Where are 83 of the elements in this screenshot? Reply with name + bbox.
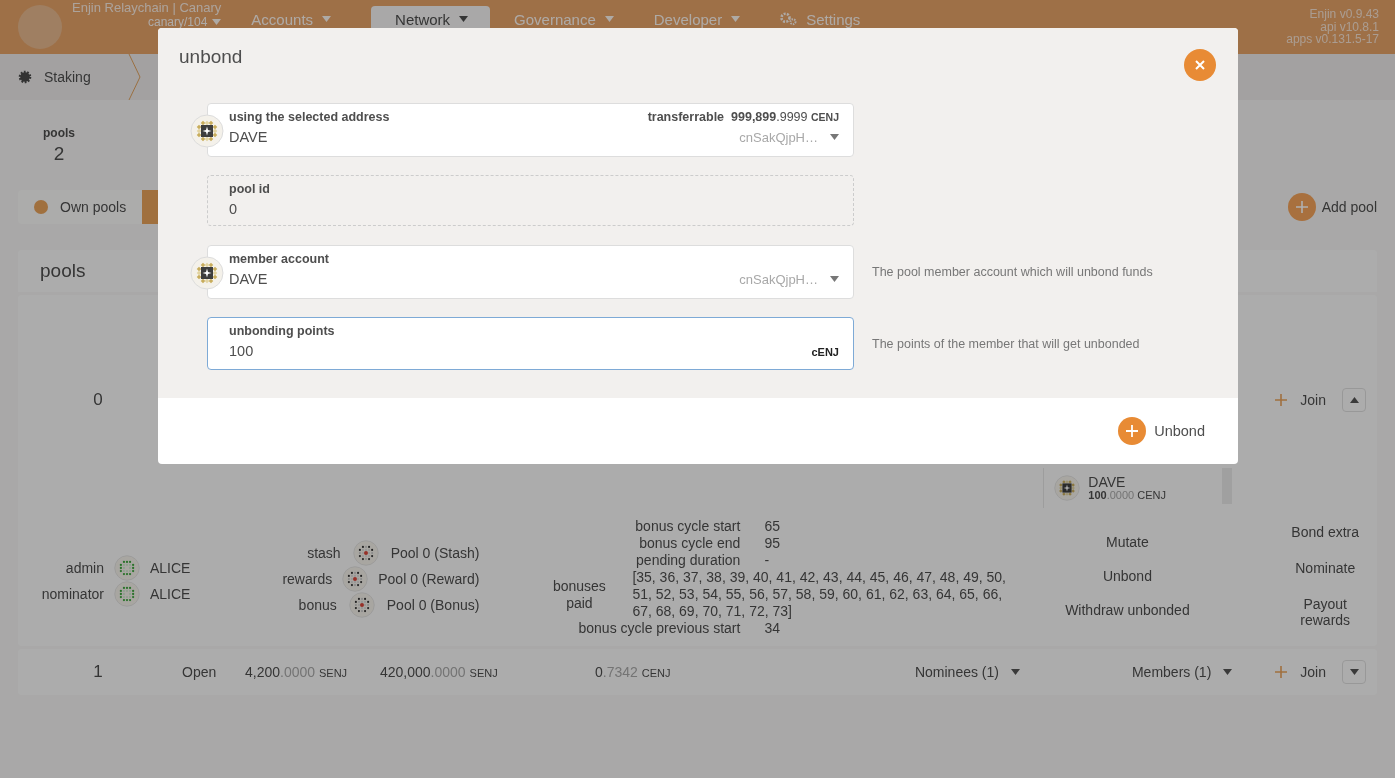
account-name: ALICE	[150, 559, 191, 576]
help-text: The points of the member that will get unbonded	[872, 336, 1140, 351]
caret-icon	[459, 16, 469, 22]
close-button[interactable]	[1184, 49, 1216, 81]
action-button[interactable]: Bond extra	[1285, 523, 1366, 540]
bonus-label: bonus cycle start	[634, 518, 741, 535]
summary-label: pools	[43, 126, 75, 140]
bonus-value: 65	[764, 518, 780, 535]
join-button[interactable]: Join	[1274, 392, 1326, 408]
caret-icon	[830, 134, 839, 140]
members-dropdown[interactable]: Members (1)	[1131, 664, 1233, 680]
identicon-icon	[342, 565, 369, 592]
plus-icon	[1118, 417, 1147, 445]
dialog-title: unbond	[179, 46, 243, 68]
section-title: pools	[40, 260, 86, 282]
join-button[interactable]: Join	[1274, 664, 1326, 680]
action-button[interactable]: Nominate	[1285, 559, 1366, 576]
member-name: DAVE	[1088, 475, 1127, 489]
caret-up-icon	[1349, 397, 1359, 403]
account-dropdown[interactable]: using the selected address transferrable 999,899.9999 CENJ DAVE cnSakQjpH…	[207, 103, 854, 157]
caret-down-icon	[1349, 669, 1359, 675]
caret-icon	[1010, 669, 1020, 675]
account-name: Pool 0 (Stash)	[390, 544, 480, 561]
identicon-icon	[348, 591, 375, 618]
bonus-value: -	[764, 552, 770, 569]
bonus-label: pending duration	[635, 552, 741, 569]
action-button[interactable]: Payout rewards	[1285, 595, 1366, 628]
plus-icon	[1287, 193, 1316, 221]
caret-icon	[1223, 669, 1233, 675]
role-label: nominator	[40, 585, 104, 602]
action-button[interactable]: Withdraw unbonded	[1065, 601, 1190, 618]
caret-icon	[212, 18, 222, 25]
bonus-label: bonus cycle previous start	[577, 620, 741, 637]
bonus-value: 34	[764, 620, 780, 637]
bonus-value: 95	[764, 535, 780, 552]
settings-icon	[780, 12, 798, 26]
identicon-icon	[1054, 475, 1081, 501]
bonded-amount: 4,200.0000 SENJ	[245, 664, 349, 680]
pool-id: 0	[92, 390, 104, 410]
claimable-amount: 0.7342 CENJ	[595, 664, 671, 680]
summary-value: 2	[53, 143, 65, 165]
account-label: bonus	[298, 596, 337, 613]
help-text: The pool member account which will unbond funds	[872, 265, 1153, 279]
caret-icon	[830, 276, 839, 282]
identicon-icon	[352, 539, 379, 566]
caret-icon	[322, 16, 332, 22]
account-name: Pool 0 (Reward)	[378, 570, 480, 587]
pool-state: Open	[181, 664, 218, 680]
input-field[interactable]: unbonding points 100 cENJ	[207, 317, 854, 370]
plus-icon	[1274, 665, 1289, 679]
points-amount: 420,000.0000 SENJ	[380, 664, 499, 680]
nominees-dropdown[interactable]: Nominees (1)	[914, 664, 1020, 680]
plus-icon	[1274, 393, 1289, 407]
chain-logo[interactable]	[18, 5, 62, 49]
identicon-icon	[114, 580, 140, 607]
identicon-icon	[114, 554, 140, 581]
account-label: rewards	[282, 570, 333, 587]
static-field[interactable]: pool id 0	[207, 175, 854, 226]
chain-name: Enjin Relaychain | Canary	[72, 1, 222, 15]
caret-icon	[604, 16, 614, 22]
version-label: apps v0.131.5-17	[1286, 33, 1379, 46]
role-label: admin	[64, 559, 104, 576]
tab[interactable]: Own pools	[18, 190, 143, 224]
version-label: api v10.8.1	[1320, 20, 1379, 34]
account-label: stash	[307, 544, 341, 561]
bonus-value: [35, 36, 37, 38, 39, 40, 41, 42, 43, 44, 45, 46, 47, 48, 49, 50, 51, 52, 53, 54, 55, 56, 57, 58, 59, 60, 61, 62, 63, 64, 65, 66, 67, 68, 69, 70, 71, 72, 73]	[632, 569, 1007, 620]
breadcrumb-item[interactable]: Staking	[0, 69, 128, 85]
bonus-label: bonuses paid	[551, 577, 607, 612]
account-dropdown[interactable]: member account DAVE cnSakQjpH…	[207, 245, 854, 299]
account-name: ALICE	[150, 585, 191, 602]
unbond-button[interactable]: Unbond	[1118, 417, 1205, 445]
action-button[interactable]: Mutate	[1106, 533, 1149, 550]
collapse-button[interactable]	[1342, 388, 1366, 412]
version-label: Enjin v0.9.43	[1309, 8, 1379, 21]
gear-icon	[18, 70, 32, 84]
action-button[interactable]: Unbond	[1102, 567, 1152, 584]
expand-button[interactable]	[1342, 660, 1366, 684]
pool-id: 1	[92, 662, 104, 682]
account-name: Pool 0 (Bonus)	[386, 596, 480, 613]
caret-icon	[731, 16, 741, 22]
add-pool-button[interactable]: Add pool	[1287, 193, 1377, 221]
close-icon	[1194, 59, 1206, 71]
bonus-label: bonus cycle end	[638, 535, 741, 552]
